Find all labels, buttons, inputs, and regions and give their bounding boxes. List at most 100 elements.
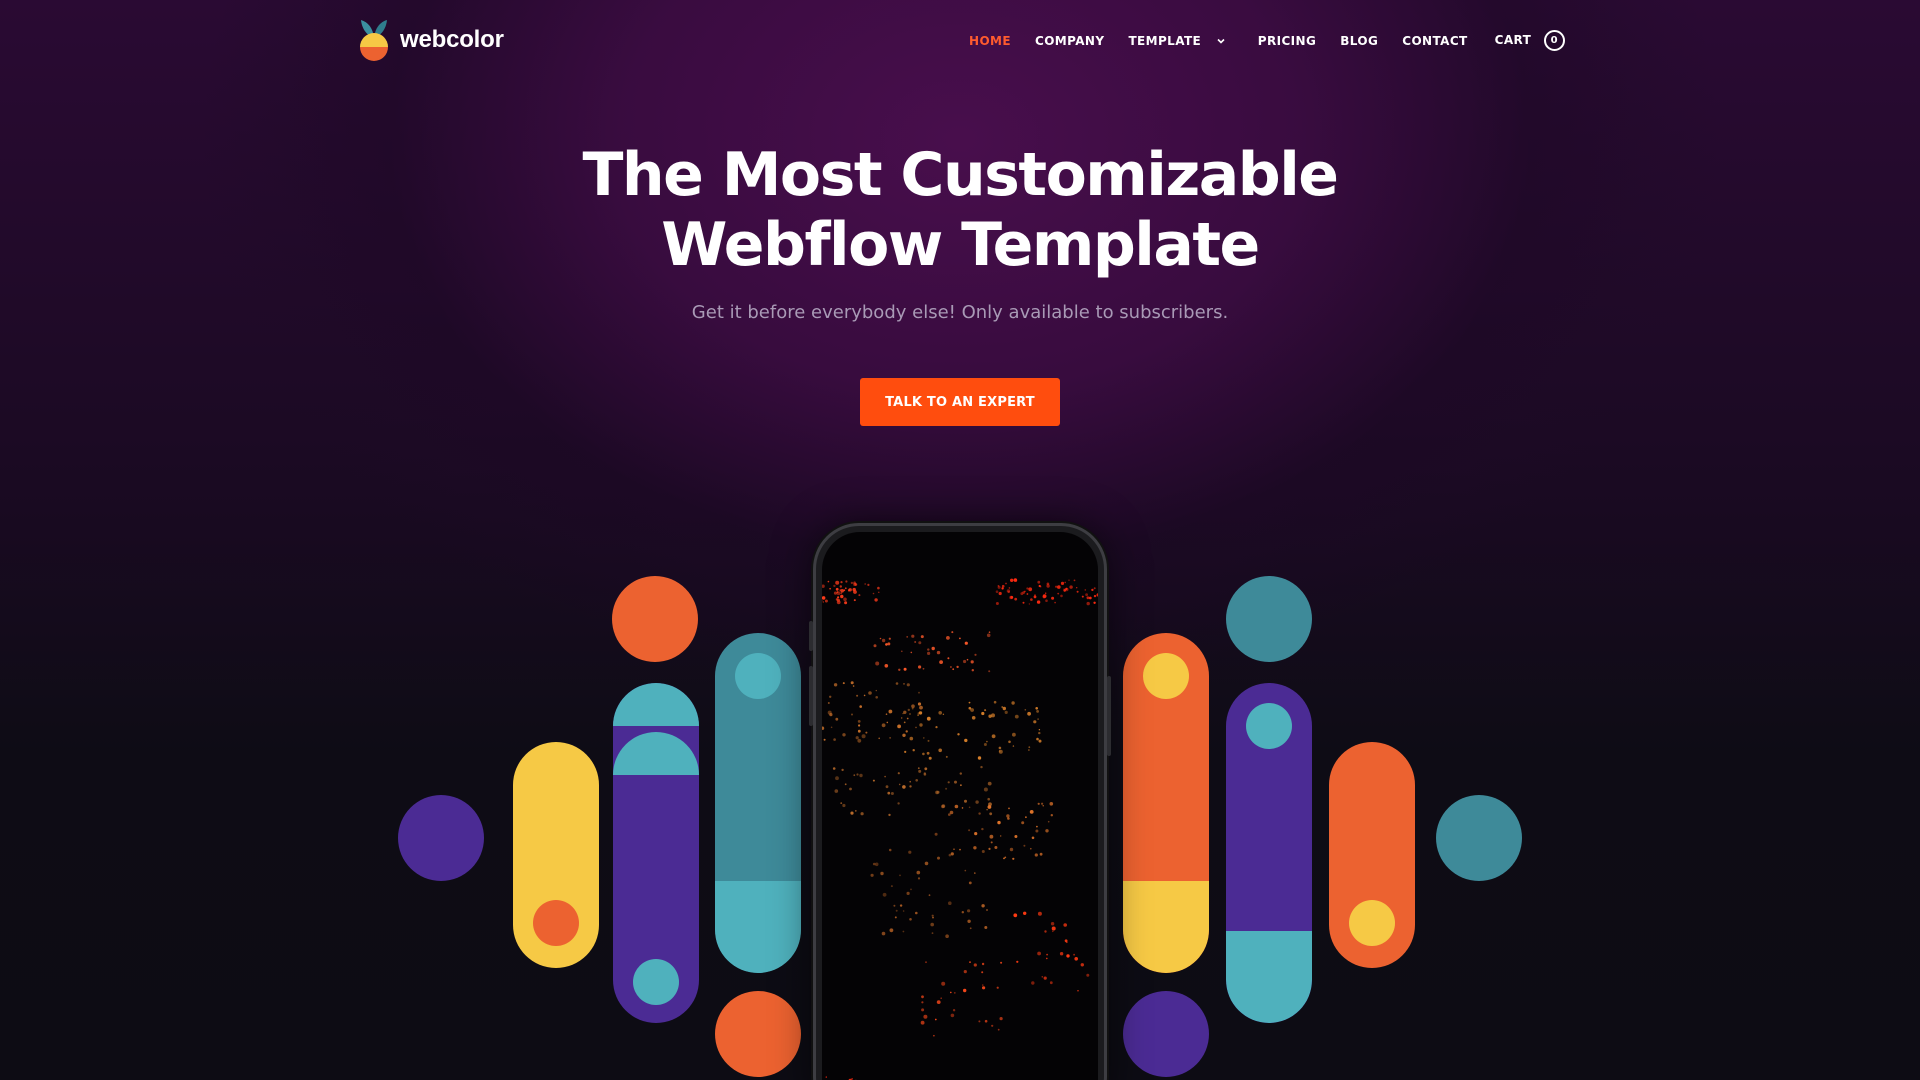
city-light-dot [1077,990,1079,992]
nav-menu: HOME COMPANY TEMPLATE PRICING BLOG CONTA… [969,30,1565,51]
purple-pill [613,683,699,1023]
city-light-dot [840,594,844,599]
phone-volume-button [809,666,813,726]
city-light-dot [1093,587,1096,590]
city-light-dot [994,846,998,849]
city-light-dot [1093,594,1097,598]
yellow-base [1123,881,1209,973]
city-light-dot [899,874,901,877]
city-light-dot [881,931,886,936]
city-light-dot [1010,578,1014,582]
city-light-dot [964,641,968,645]
city-light-dot [902,712,904,715]
city-light-dot [905,730,908,733]
nav-item-pricing[interactable]: PRICING [1258,34,1316,48]
city-light-dot [989,812,993,816]
city-light-dot [968,701,971,704]
city-light-dot [1027,711,1031,716]
city-light-dot [1086,596,1090,600]
city-light-dot [939,660,943,664]
city-light-dot [948,901,952,905]
city-light-dot [904,750,907,753]
city-light-dot [906,636,909,638]
city-light-dot [950,1013,955,1018]
city-light-dot [917,714,919,717]
talk-to-expert-button[interactable]: TALK TO AN EXPERT [860,378,1060,426]
city-light-dot [906,717,909,720]
city-light-dot [1046,957,1048,960]
city-light-dot [1054,601,1056,604]
city-light-dot [978,812,981,815]
nav-item-blog[interactable]: BLOG [1340,34,1378,48]
orange-dot [533,900,579,946]
city-light-dot [984,1019,988,1023]
city-light-dot [884,664,889,668]
city-light-dot [822,726,825,730]
nav-item-company[interactable]: COMPANY [1035,34,1104,48]
city-light-dot [968,829,971,832]
teal-pill [715,633,801,973]
city-light-dot [842,803,846,808]
city-light-dot [1033,595,1037,599]
teal-circle-right [1436,795,1522,881]
city-light-dot [964,869,967,872]
city-light-dot [903,667,907,671]
city-light-dot [983,743,987,746]
city-light-dot [840,589,844,593]
city-light-dot [917,877,921,880]
city-light-dot [1008,587,1011,589]
city-light-dot [856,773,859,776]
city-light-dot [937,856,940,860]
city-light-dot [827,580,830,583]
city-light-dot [835,587,839,591]
city-light-dot [915,726,917,729]
city-light-dot [949,810,954,815]
city-light-dot [1036,737,1039,741]
city-light-dot [956,665,959,669]
city-light-dot [1049,802,1054,806]
city-light-dot [911,707,914,710]
city-light-dot [874,598,878,602]
city-light-dot [987,805,992,809]
city-light-dot [945,755,948,758]
city-light-dot [1013,578,1018,582]
city-light-dot [995,602,999,605]
city-light-dot [909,713,911,715]
nav-item-template[interactable]: TEMPLATE [1128,34,1225,48]
city-light-dot [935,726,938,729]
city-light-dot [980,765,983,769]
city-light-dot [1020,592,1024,596]
city-light-dot [991,713,995,718]
nav-item-home[interactable]: HOME [969,34,1011,48]
city-light-dot [825,1076,827,1078]
city-light-dot [867,583,870,586]
city-light-dot [925,961,927,964]
city-light-dot [999,1017,1003,1021]
city-light-dot [1034,853,1038,857]
city-light-dot [1037,718,1039,720]
city-light-dot [995,590,999,593]
city-light-dot [918,641,922,645]
city-light-dot [1076,590,1079,593]
city-light-dot [1028,746,1031,749]
nav-item-contact[interactable]: CONTACT [1402,34,1467,48]
city-light-dot [926,751,930,755]
cart-button[interactable]: CART 0 [1495,30,1565,51]
city-light-dot [934,1018,937,1021]
city-light-dot [1073,579,1076,582]
city-light-dot [1003,857,1005,860]
city-light-dot [903,721,906,724]
city-light-dot [1037,802,1040,805]
city-light-dot [844,587,847,590]
city-light-dot [928,756,932,760]
city-light-dot [879,637,882,640]
city-light-dot [857,720,861,723]
city-light-dot [957,733,960,736]
brand-logo[interactable]: webcolor [358,18,504,62]
city-light-dot [884,775,886,778]
city-light-dot [920,1020,925,1025]
city-light-dot [850,681,854,685]
city-light-dot [829,695,832,698]
city-light-dot [872,862,876,866]
city-light-dot [973,846,977,850]
